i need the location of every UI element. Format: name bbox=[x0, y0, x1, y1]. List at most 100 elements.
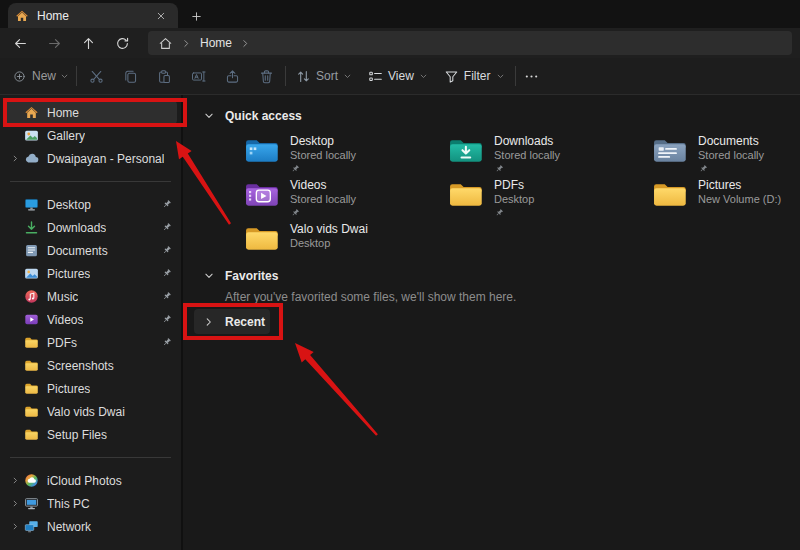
sidebar-item-pictures[interactable]: Pictures bbox=[4, 262, 177, 285]
quick-access-tile-videos[interactable]: VideosStored locally bbox=[245, 177, 449, 221]
pin-icon bbox=[161, 245, 172, 256]
chevron-right-icon[interactable] bbox=[8, 520, 22, 534]
quick-access-tile-downloads[interactable]: DownloadsStored locally bbox=[449, 133, 653, 177]
filter-menu-button[interactable]: Filter bbox=[436, 62, 513, 90]
sidebar-item-desktop[interactable]: Desktop bbox=[4, 193, 177, 216]
sidebar-separator bbox=[10, 457, 171, 458]
delete-icon bbox=[259, 69, 274, 84]
quick-access-tile-pictures[interactable]: PicturesNew Volume (D:) bbox=[653, 177, 800, 221]
back-arrow-button[interactable] bbox=[3, 30, 37, 56]
documents-icon bbox=[24, 243, 39, 258]
plain-folder-icon bbox=[653, 180, 688, 209]
filter-icon bbox=[444, 69, 459, 84]
chevron-spacer bbox=[8, 244, 22, 258]
sidebar-item-label: Pictures bbox=[47, 267, 90, 281]
sidebar-item-music[interactable]: Music bbox=[4, 285, 177, 308]
chevron-spacer bbox=[8, 267, 22, 281]
folder-icon bbox=[24, 404, 39, 419]
favorites-title: Favorites bbox=[225, 269, 278, 283]
forward-arrow-icon bbox=[47, 36, 62, 51]
tile-name: Videos bbox=[290, 178, 356, 193]
file-explorer-window: Home Home New SortViewFilter HomeGallery… bbox=[0, 0, 800, 550]
explorer-tab-home[interactable]: Home bbox=[8, 3, 178, 28]
sidebar-item-setup-files[interactable]: Setup Files bbox=[4, 423, 177, 446]
chevron-right-icon[interactable] bbox=[181, 38, 192, 49]
sidebar-item-videos[interactable]: Videos bbox=[4, 308, 177, 331]
sidebar-item-pdfs[interactable]: PDFs bbox=[4, 331, 177, 354]
quick-access-tile-desktop[interactable]: DesktopStored locally bbox=[245, 133, 449, 177]
quick-access-tile-valo-vids-dwai[interactable]: Valo vids DwaiDesktop bbox=[245, 221, 449, 265]
chevron-down-icon[interactable] bbox=[203, 270, 215, 282]
sidebar-item-valo-vids-dwai[interactable]: Valo vids Dwai bbox=[4, 400, 177, 423]
cut-button[interactable] bbox=[79, 62, 113, 90]
pin-icon bbox=[494, 208, 504, 218]
tile-name: Valo vids Dwai bbox=[290, 222, 368, 237]
pin-icon bbox=[494, 164, 504, 174]
sidebar-item-home[interactable]: Home bbox=[4, 101, 177, 124]
share-button[interactable] bbox=[215, 62, 249, 90]
sidebar-separator bbox=[10, 181, 171, 182]
chevron-right-icon[interactable] bbox=[203, 316, 215, 328]
sidebar-item-documents[interactable]: Documents bbox=[4, 239, 177, 262]
music-icon bbox=[24, 289, 39, 304]
rename-button[interactable] bbox=[181, 62, 215, 90]
sidebar-item-gallery[interactable]: Gallery bbox=[4, 124, 177, 147]
sort-menu-button[interactable]: Sort bbox=[288, 62, 360, 90]
tile-text: VideosStored locally bbox=[290, 177, 356, 221]
sidebar-item-icloud-photos[interactable]: iCloud Photos bbox=[4, 469, 177, 492]
sidebar-item-pictures[interactable]: Pictures bbox=[4, 377, 177, 400]
recent-section[interactable]: Recent bbox=[194, 309, 270, 334]
cut-icon bbox=[89, 69, 104, 84]
videos-folder-icon bbox=[245, 180, 280, 209]
chevron-right-icon[interactable] bbox=[8, 152, 22, 166]
tile-text: DownloadsStored locally bbox=[494, 133, 560, 177]
paste-button[interactable] bbox=[147, 62, 181, 90]
sidebar-item-downloads[interactable]: Downloads bbox=[4, 216, 177, 239]
refresh-button[interactable] bbox=[105, 30, 139, 56]
chevron-right-icon[interactable] bbox=[240, 38, 251, 49]
favorites-header[interactable]: Favorites bbox=[203, 267, 800, 285]
chevron-right-icon[interactable] bbox=[8, 474, 22, 488]
sidebar-item-label: Desktop bbox=[47, 198, 91, 212]
new-button[interactable]: New bbox=[8, 62, 74, 90]
sidebar-item-dwaipayan-personal[interactable]: Dwaipayan - Personal bbox=[4, 147, 177, 170]
sort-icon bbox=[296, 69, 311, 84]
content-area: HomeGallery Dwaipayan - Personal Desktop Do… bbox=[0, 95, 800, 550]
breadcrumb-home[interactable]: Home bbox=[200, 36, 232, 50]
sidebar-item-label: Downloads bbox=[47, 221, 106, 235]
navigation-pane: HomeGallery Dwaipayan - Personal Desktop Do… bbox=[0, 95, 183, 550]
chevron-spacer bbox=[8, 382, 22, 396]
navigation-bar: Home bbox=[0, 28, 800, 58]
delete-button[interactable] bbox=[249, 62, 283, 90]
new-tab-button[interactable] bbox=[183, 4, 209, 28]
see-more-button[interactable] bbox=[518, 62, 546, 90]
sidebar-item-network[interactable]: Network bbox=[4, 515, 177, 538]
up-arrow-button[interactable] bbox=[71, 30, 105, 56]
tab-close-button[interactable] bbox=[153, 8, 169, 24]
quick-access-header[interactable]: Quick access bbox=[203, 107, 800, 125]
chevron-spacer bbox=[8, 106, 22, 120]
sidebar-item-this-pc[interactable]: This PC bbox=[4, 492, 177, 515]
pin-icon bbox=[698, 164, 708, 174]
view-icon bbox=[368, 69, 383, 84]
view-menu-button[interactable]: View bbox=[360, 62, 436, 90]
address-bar[interactable]: Home bbox=[148, 31, 792, 55]
more-icon bbox=[524, 69, 539, 84]
chevron-down-icon bbox=[60, 72, 69, 81]
quick-access-tile-pdfs[interactable]: PDFsDesktop bbox=[449, 177, 653, 221]
quick-access-grid: DesktopStored locally DownloadsStored loc… bbox=[245, 133, 800, 265]
chevron-down-icon[interactable] bbox=[203, 110, 215, 122]
copy-button[interactable] bbox=[113, 62, 147, 90]
forward-arrow-button[interactable] bbox=[37, 30, 71, 56]
pin-icon bbox=[161, 199, 172, 210]
quick-access-tile-documents[interactable]: DocumentsStored locally bbox=[653, 133, 800, 177]
sidebar-item-label: Dwaipayan - Personal bbox=[47, 152, 164, 166]
chevron-right-icon[interactable] bbox=[8, 497, 22, 511]
sidebar-item-screenshots[interactable]: Screenshots bbox=[4, 354, 177, 377]
gallery-icon bbox=[24, 128, 39, 143]
chevron-down-icon bbox=[419, 72, 428, 81]
videos-icon bbox=[24, 312, 39, 327]
copy-icon bbox=[123, 69, 138, 84]
quick-access-title: Quick access bbox=[225, 109, 302, 123]
tile-text: Valo vids DwaiDesktop bbox=[290, 221, 368, 265]
